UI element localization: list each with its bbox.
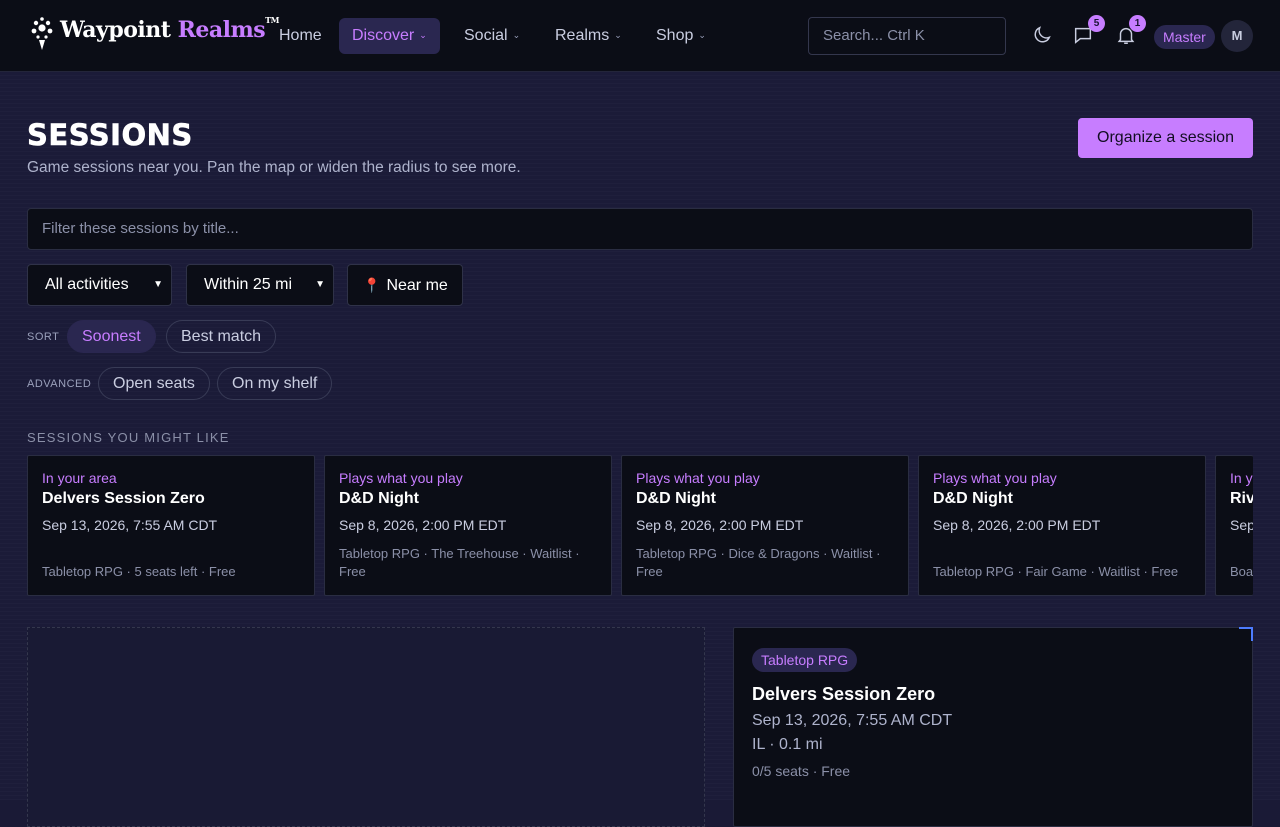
card-title: Delvers Session Zero <box>42 490 205 507</box>
title-filter-input[interactable]: Filter these sessions by title... <box>27 208 1253 250</box>
moon-icon[interactable] <box>1031 24 1053 46</box>
notifications-count-badge: 1 <box>1129 15 1146 32</box>
card-meta: Boa <box>1230 564 1253 579</box>
nav-social-label: Social <box>464 27 508 44</box>
detail-seats: 0/5 seats · Free <box>752 763 851 779</box>
nav-home-label: Home <box>279 27 322 44</box>
card-reason: Plays what you play <box>339 470 463 486</box>
nav-realms[interactable]: Realms ⌄ <box>542 18 635 54</box>
recommended-card[interactable]: In your area Delvers Session Zero Sep 13… <box>27 455 315 596</box>
search-placeholder: Search... Ctrl K <box>823 27 925 44</box>
chevron-down-icon: ⌄ <box>698 30 706 40</box>
focus-corner-indicator <box>1239 627 1253 641</box>
card-title: Riv <box>1230 490 1253 507</box>
logo-wordmark: Waypoint RealmsTM <box>60 15 279 43</box>
logo-word-waypoint: Waypoint <box>60 17 171 43</box>
card-title: D&D Night <box>339 490 419 507</box>
page-title: SESSIONS <box>27 118 193 153</box>
card-date: Sep 8, 2026, 2:00 PM EDT <box>933 517 1101 533</box>
logo-word-realms: Realms <box>177 17 266 43</box>
card-meta: Tabletop RPG · Dice & Dragons · Waitlist… <box>636 546 881 579</box>
radius-select[interactable]: Within 25 mi ▼ <box>186 264 334 306</box>
recommended-card[interactable]: Plays what you play D&D Night Sep 8, 202… <box>324 455 612 596</box>
organize-session-button[interactable]: Organize a session <box>1078 118 1253 158</box>
card-meta: Tabletop RPG · Fair Game · Waitlist · Fr… <box>933 564 1179 579</box>
top-navbar: Waypoint RealmsTM Home Discover ⌄ Social ⌄… <box>0 0 1280 72</box>
card-date: Sep 8, 2026, 2:00 PM EDT <box>339 517 507 533</box>
card-title: D&D Night <box>636 490 716 507</box>
sort-label: SORT <box>27 331 60 343</box>
nav-social[interactable]: Social ⌄ <box>451 18 533 54</box>
near-me-button[interactable]: 📍 Near me <box>347 264 463 306</box>
waypoint-logo-icon <box>31 17 53 50</box>
nav-discover-label: Discover <box>352 27 415 44</box>
card-date: Sep <box>1230 517 1253 533</box>
nav-shop[interactable]: Shop ⌄ <box>643 18 719 54</box>
card-meta: Tabletop RPG · The Treehouse · Waitlist … <box>339 546 580 579</box>
nav-home[interactable]: Home <box>266 18 335 54</box>
nav-shop-label: Shop <box>656 27 694 44</box>
sort-chip-soonest[interactable]: Soonest <box>67 320 156 353</box>
chevron-down-icon: ⌄ <box>512 30 521 40</box>
global-search-input[interactable]: Search... Ctrl K <box>808 17 1006 55</box>
card-date: Sep 8, 2026, 2:00 PM EDT <box>636 517 804 533</box>
detail-date: Sep 13, 2026, 7:55 AM CDT <box>752 712 953 729</box>
messages-count-badge: 5 <box>1088 15 1105 32</box>
chevron-down-icon: ▼ <box>153 279 163 290</box>
chevron-down-icon: ⌄ <box>614 30 622 40</box>
detail-title: Delvers Session Zero <box>752 684 936 704</box>
nav-discover[interactable]: Discover ⌄ <box>339 18 440 54</box>
detail-location: IL · 0.1 mi <box>752 736 823 753</box>
activity-select-value: All activities <box>45 276 129 293</box>
sessions-map[interactable] <box>27 627 705 827</box>
card-reason: Plays what you play <box>636 470 760 486</box>
chevron-down-icon: ▼ <box>315 279 325 290</box>
session-detail-card[interactable]: Tabletop RPG Delvers Session Zero Sep 13… <box>733 627 1253 827</box>
radius-select-value: Within 25 mi <box>204 276 293 293</box>
avatar[interactable]: M <box>1221 20 1253 52</box>
card-date: Sep 13, 2026, 7:55 AM CDT <box>42 517 218 533</box>
nav-realms-label: Realms <box>555 27 610 44</box>
recommended-card-partial[interactable]: In your area Riv Sep Boa <box>1215 455 1253 596</box>
card-reason: Plays what you play <box>933 470 1057 486</box>
card-meta: Tabletop RPG · 5 seats left · Free <box>42 564 236 579</box>
sort-chip-best-match[interactable]: Best match <box>166 320 277 353</box>
page-subtitle: Game sessions near you. Pan the map or w… <box>27 159 521 176</box>
recommended-card[interactable]: Plays what you play D&D Night Sep 8, 202… <box>621 455 909 596</box>
filter-chip-on-my-shelf[interactable]: On my shelf <box>217 367 333 400</box>
pin-icon: 📍 <box>363 277 381 293</box>
near-me-label: Near me <box>386 277 448 294</box>
chevron-down-icon: ⌄ <box>419 30 427 40</box>
recommended-card[interactable]: Plays what you play D&D Night Sep 8, 202… <box>918 455 1206 596</box>
filter-chip-open-seats[interactable]: Open seats <box>98 367 210 400</box>
recommended-section-label: SESSIONS YOU MIGHT LIKE <box>27 430 230 445</box>
card-title: D&D Night <box>933 490 1013 507</box>
title-filter-placeholder: Filter these sessions by title... <box>42 220 239 237</box>
card-reason: In your area <box>1230 470 1253 486</box>
logo[interactable]: Waypoint RealmsTM <box>28 14 279 54</box>
activity-tag: Tabletop RPG <box>752 648 858 672</box>
activity-select[interactable]: All activities ▼ <box>27 264 172 306</box>
card-reason: In your area <box>42 470 117 486</box>
role-badge[interactable]: Master <box>1154 25 1215 49</box>
advanced-label: ADVANCED <box>27 378 92 390</box>
